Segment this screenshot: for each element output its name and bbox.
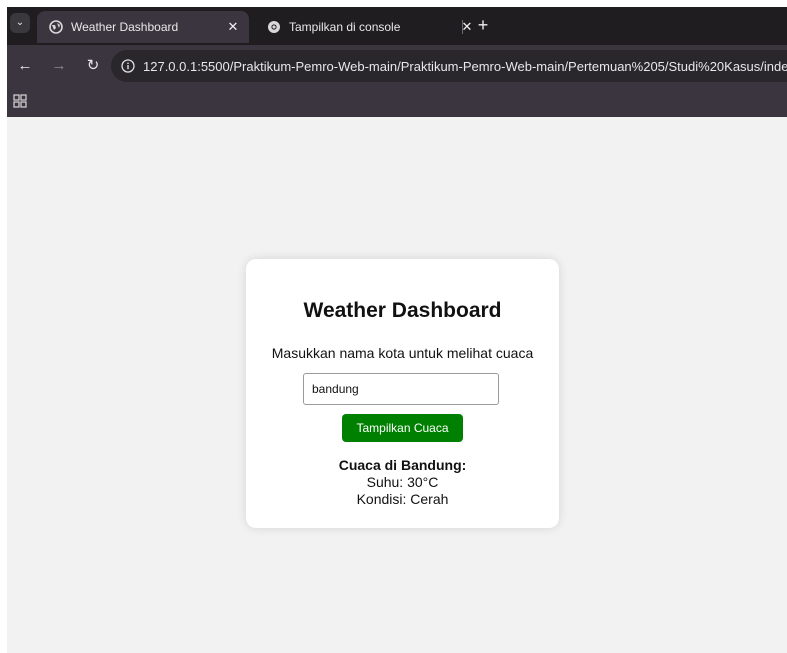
tab-title: Tampilkan di console <box>289 20 401 34</box>
instruction-text: Masukkan nama kota untuk melihat cuaca <box>271 345 534 361</box>
tab-search-button[interactable]: ⌄ <box>10 13 30 33</box>
chrome-icon <box>267 20 281 34</box>
result-title: Cuaca di Bandung: <box>338 457 467 473</box>
close-icon[interactable]: ✕ <box>225 19 241 35</box>
result-temperature: Suhu: 30°C <box>366 474 439 490</box>
chevron-down-icon: ⌄ <box>15 17 25 28</box>
plus-icon: + <box>477 15 489 35</box>
tab-tampilkan-di-console[interactable]: Tampilkan di console ✕ <box>255 11 483 43</box>
arrow-right-icon: → <box>51 57 67 74</box>
arrow-left-icon: ← <box>17 57 33 74</box>
tab-strip: ⌄ Weather Dashboard ✕ Tampilkan di conso… <box>7 7 787 45</box>
reload-button[interactable]: ↻ <box>83 56 103 76</box>
bookmarks-bar <box>7 87 787 117</box>
url-text: 127.0.0.1:5500/Praktikum-Pemro-Web-main/… <box>143 58 787 74</box>
tab-title: Weather Dashboard <box>71 20 179 34</box>
weather-result: Cuaca di Bandung: Suhu: 30°C Kondisi: Ce… <box>246 457 559 508</box>
apps-grid-icon[interactable] <box>13 94 29 110</box>
tab-divider <box>462 20 463 34</box>
result-condition: Kondisi: Cerah <box>356 491 449 507</box>
weather-card: Weather Dashboard Masukkan nama kota unt… <box>246 259 559 528</box>
reload-icon: ↻ <box>86 57 100 74</box>
address-bar[interactable]: 127.0.0.1:5500/Praktikum-Pemro-Web-main/… <box>111 50 787 82</box>
page-title: Weather Dashboard <box>303 299 502 322</box>
tab-weather-dashboard[interactable]: Weather Dashboard ✕ <box>37 11 249 43</box>
city-input[interactable] <box>303 373 499 405</box>
back-button[interactable]: ← <box>15 56 35 76</box>
new-tab-button[interactable]: + <box>473 15 493 35</box>
browser-window: ⌄ Weather Dashboard ✕ Tampilkan di conso… <box>7 7 787 653</box>
globe-icon <box>49 20 63 34</box>
forward-button[interactable]: → <box>49 56 69 76</box>
browser-toolbar: ← → ↻ 127.0.0.1:5500/Praktikum-Pemro-Web… <box>7 45 787 87</box>
show-weather-button[interactable]: Tampilkan Cuaca <box>342 414 463 442</box>
info-icon[interactable] <box>121 56 135 76</box>
